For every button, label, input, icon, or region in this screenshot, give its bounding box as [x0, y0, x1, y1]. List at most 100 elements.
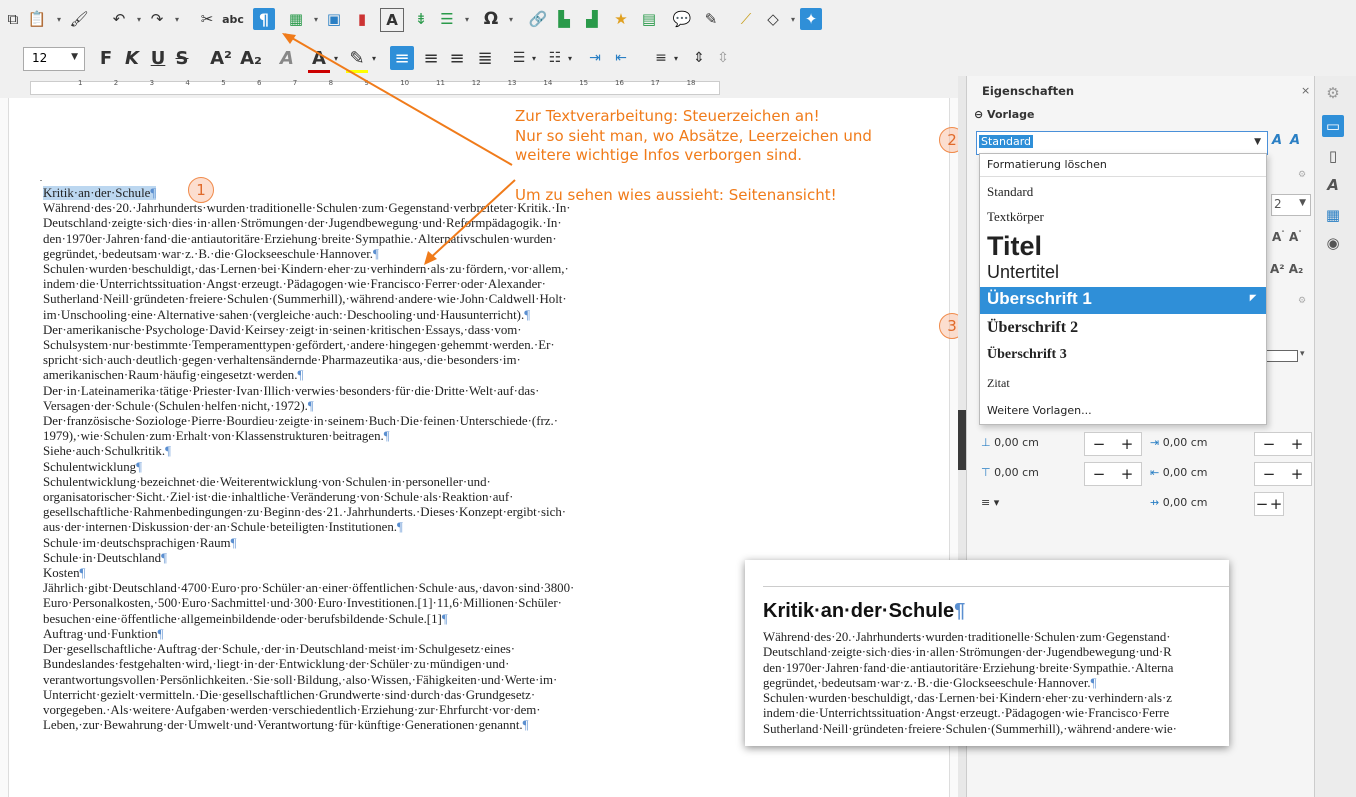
numbered-list-button[interactable]: ☷	[544, 46, 566, 70]
dropdown-item-ueberschrift-3[interactable]: Überschrift 3	[980, 344, 1266, 368]
justify-button[interactable]: ≣	[474, 46, 496, 70]
document-line[interactable]: Jährlich·gibt·Deutschland·4700·Euro·pro·…	[43, 581, 653, 596]
minus-button[interactable]: −	[1256, 495, 1269, 513]
align-left-button[interactable]: ≡	[390, 46, 414, 70]
document-line[interactable]: Auftrag·und·Funktion¶	[43, 627, 653, 642]
font-color-dropdown-icon[interactable]: ▾	[330, 46, 342, 70]
document-line[interactable]: aus·der·internen·Diskussion·der·an·Schul…	[43, 520, 653, 535]
section-vorlage-header[interactable]: ⊖ Vorlage	[974, 108, 1034, 121]
bullet-dropdown-icon[interactable]: ▾	[528, 46, 540, 70]
bold-button[interactable]: F	[96, 46, 116, 70]
superscript-button[interactable]: A²	[208, 46, 234, 70]
document-line[interactable]: indem·die·Unterrichtssituation·Angst·erz…	[43, 277, 653, 292]
bookmark-icon[interactable]: ★	[610, 8, 632, 30]
document-line[interactable]: 1979),·wie·Schulen·zum·Erhalt·von·Klasse…	[43, 429, 653, 444]
numbered-dropdown-icon[interactable]: ▾	[564, 46, 576, 70]
insert-field-icon[interactable]: ☰	[436, 8, 458, 30]
chevron-down-icon[interactable]: ▼	[1254, 137, 1261, 147]
indent-before-stepper[interactable]: − +	[1254, 432, 1312, 456]
dropdown-item-more-styles[interactable]: Weitere Vorlagen...	[980, 399, 1266, 423]
dropdown-item-zitat[interactable]: Zitat	[980, 372, 1266, 396]
hyperlink-icon[interactable]: 🔗	[527, 8, 549, 30]
document-line[interactable]: Der·gesellschaftliche·Auftrag·der·Schule…	[43, 642, 653, 657]
document-line[interactable]: Euro·Personalkosten,·500·Euro·Sachmittel…	[43, 596, 653, 611]
document-line[interactable]: gesellschaftliche·Rahmenbedingungen·zu·B…	[43, 505, 653, 520]
paste-icon[interactable]: 📋	[26, 8, 48, 30]
redo-icon[interactable]: ↷	[146, 8, 168, 30]
dropdown-item-ueberschrift-2[interactable]: Überschrift 2	[980, 316, 1266, 342]
border-style-preview[interactable]	[1266, 350, 1298, 362]
plus-button[interactable]: +	[1291, 435, 1304, 453]
spacing-above-value[interactable]: 0,00 cm	[994, 436, 1039, 449]
plus-button[interactable]: +	[1121, 465, 1134, 483]
dropdown-item-clear-formatting[interactable]: Formatierung löschen	[980, 154, 1266, 177]
comment-icon[interactable]: 💬	[671, 8, 693, 30]
super-sub-icons[interactable]: A² A₂	[1270, 262, 1303, 276]
font-size-combobox[interactable]: 12 ▼	[23, 47, 85, 71]
document-line[interactable]: verantwortungsvollen·Persönlichkeiten.·S…	[43, 673, 653, 688]
basic-shapes-icon[interactable]: ◇	[762, 8, 784, 30]
gallery-tab-icon[interactable]: ▦	[1322, 204, 1344, 226]
clone-formatting-icon[interactable]: 🖌	[68, 8, 90, 30]
document-line[interactable]: Schulentwicklung·bezeichnet·die·Weiteren…	[43, 475, 653, 490]
subscript-button[interactable]: A₂	[238, 46, 264, 70]
document-line[interactable]: Leben,·zur·Bewahrung·der·Umwelt·und·Vera…	[43, 718, 653, 733]
document-line[interactable]: Sutherland·Neill·gründeten·freiere·Schul…	[43, 292, 653, 307]
update-style-icon[interactable]: A	[1272, 133, 1282, 148]
document-line[interactable]: besuchen·eine·öffentliche·allgemeinbilde…	[43, 612, 653, 627]
footnote-icon[interactable]: ▙	[553, 8, 575, 30]
document-line[interactable]: im·Unschooling·eine·Alternative·sahen·(v…	[43, 308, 653, 323]
document-line[interactable]: Schulen·wurden·beschuldigt,·das·Lernen·b…	[43, 262, 653, 277]
document-line[interactable]: Kosten¶	[43, 566, 653, 581]
insert-chart-icon[interactable]: ▮	[351, 8, 373, 30]
indent-after-stepper[interactable]: − +	[1254, 462, 1312, 486]
dropdown-item-untertitel[interactable]: Untertitel	[980, 262, 1266, 286]
close-icon[interactable]: ×	[1301, 84, 1310, 97]
document-line[interactable]: Der·amerikanische·Psychologe·David·Keirs…	[43, 323, 653, 338]
align-center-button[interactable]: ≡	[420, 46, 442, 70]
submenu-arrow-icon[interactable]: ◤	[1250, 293, 1256, 302]
increase-paragraph-spacing-button[interactable]: ⇕	[688, 46, 710, 70]
chevron-down-icon[interactable]: ▾	[1300, 349, 1305, 359]
plus-button[interactable]: +	[1291, 465, 1304, 483]
new-style-icon[interactable]: A	[1290, 133, 1300, 148]
special-character-icon[interactable]: Ω	[480, 8, 502, 30]
shadow-button[interactable]: A	[276, 46, 298, 70]
document-line[interactable]: gegründet,·bedeutsam·war·z.·B.·die·Glock…	[43, 247, 653, 262]
spacing-below-value[interactable]: 0,00 cm	[994, 466, 1039, 479]
find-replace-icon[interactable]: ✂	[196, 8, 218, 30]
underline-button[interactable]: U	[148, 46, 168, 70]
navigator-tab-icon[interactable]: ◉	[1322, 232, 1344, 254]
document-line[interactable]: spricht·sich·auch·deutlich·gegen·verhalt…	[43, 353, 653, 368]
special-char-dropdown-icon[interactable]: ▾	[500, 8, 522, 30]
styles-tab-icon[interactable]: A	[1322, 174, 1344, 196]
grow-font-icon[interactable]: A˄ A˅	[1272, 230, 1302, 244]
minus-button[interactable]: −	[1263, 465, 1276, 483]
sidebar-collapse-handle[interactable]	[958, 410, 966, 470]
plus-button[interactable]: +	[1270, 495, 1283, 513]
highlight-dropdown-icon[interactable]: ▾	[368, 46, 380, 70]
insert-table-icon[interactable]: ▦	[285, 8, 307, 30]
properties-tab-icon[interactable]: ▭	[1322, 115, 1344, 137]
document-text[interactable]: Kritik·an·der·Schule¶ Während·des·20.·Jah…	[43, 186, 653, 733]
highlight-color-button[interactable]: ✎	[346, 46, 368, 73]
endnote-icon[interactable]: ▟	[581, 8, 603, 30]
sidebar-settings-icon[interactable]: ⚙	[1322, 82, 1344, 104]
more-options-icon[interactable]: ⚙	[1298, 170, 1306, 180]
dropdown-item-standard[interactable]: Standard	[980, 180, 1266, 204]
document-line[interactable]: Versagen·der·Schule·(Schulen·helfen·nich…	[43, 399, 653, 414]
indent-after-value[interactable]: 0,00 cm	[1163, 466, 1208, 479]
insert-textbox-icon[interactable]: A	[380, 8, 404, 32]
draw-functions-icon[interactable]: ✦	[800, 8, 822, 30]
dropdown-item-titel[interactable]: Titel	[980, 231, 1266, 263]
document-line[interactable]: Unterricht·gezielt·vermitteln.·Die·gesel…	[43, 688, 653, 703]
minus-button[interactable]: −	[1093, 465, 1106, 483]
field-dropdown-icon[interactable]: ▾	[456, 8, 478, 30]
document-line[interactable]: Bundeslandes·festgehalten·wird,·liegt·in…	[43, 657, 653, 672]
decrease-paragraph-spacing-button[interactable]: ⇳	[712, 46, 734, 70]
document-line[interactable]: Schulentwicklung¶	[43, 460, 653, 475]
indent-before-value[interactable]: 0,00 cm	[1163, 436, 1208, 449]
document-line[interactable]: organisatorischer·Sicht.·Ziel·ist·die·in…	[43, 490, 653, 505]
redo-dropdown-icon[interactable]: ▾	[166, 8, 188, 30]
spellcheck-icon[interactable]: abc	[222, 8, 244, 30]
